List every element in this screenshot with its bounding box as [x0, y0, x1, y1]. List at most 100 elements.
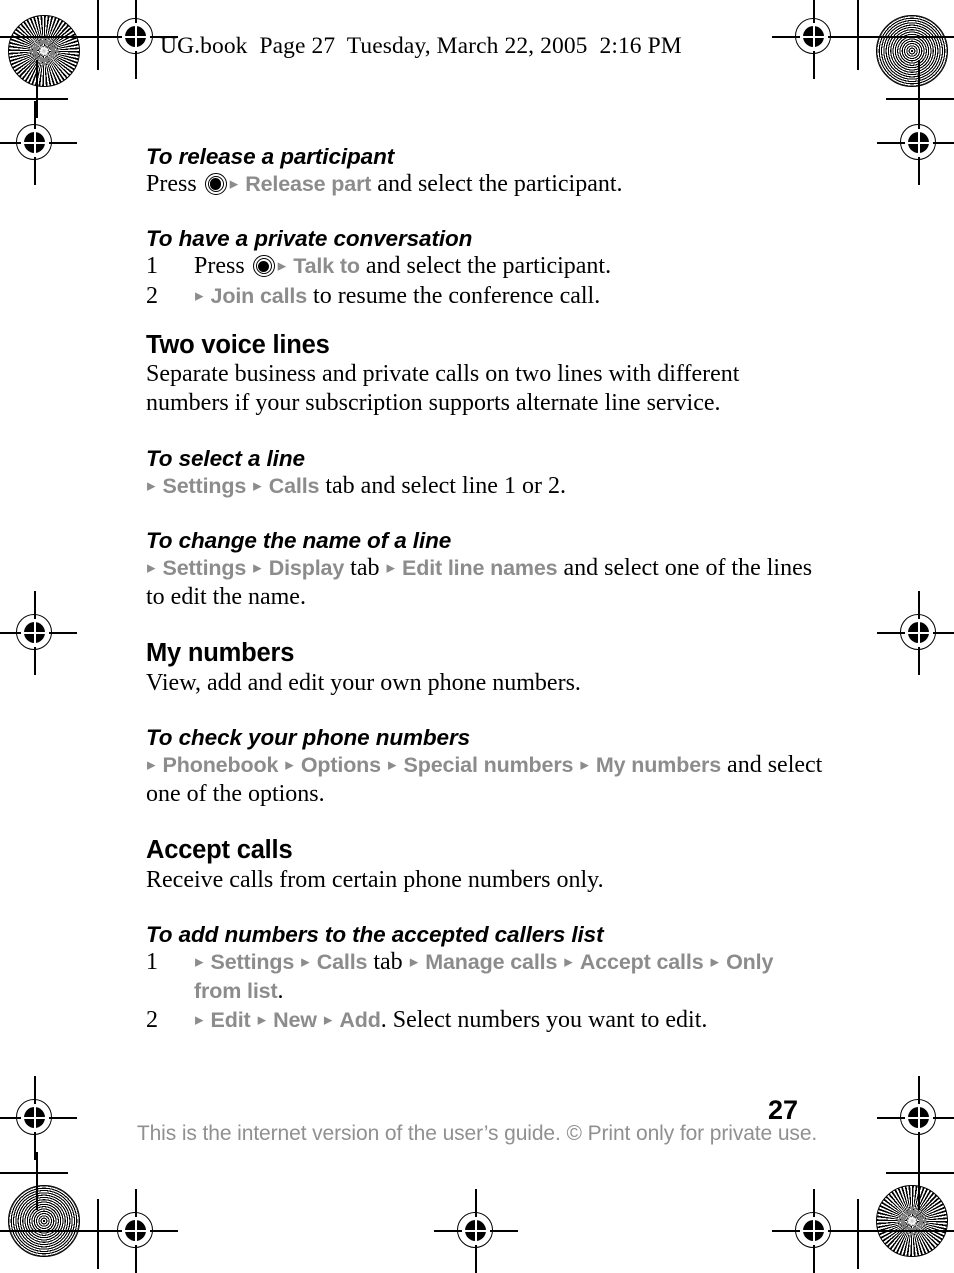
arrow-icon: ▸	[301, 952, 310, 972]
text-release-suffix: and select the participant.	[371, 171, 623, 198]
trim-line-vert-top-right	[857, 0, 859, 70]
registration-rings-disc-top-right	[876, 15, 948, 87]
trim-line-top-left	[0, 36, 112, 38]
text-step2-suffix: . Select numbers you want to edit.	[380, 1007, 708, 1034]
list-item: 1 Press ▸ Talk to and select the partici…	[146, 252, 826, 281]
arrow-icon: ▸	[195, 285, 204, 305]
document-header-stamp: UG.book Page 27 Tuesday, March 22, 2005 …	[160, 33, 682, 59]
reg-notch-h	[905, 142, 933, 144]
arrow-icon: ▸	[710, 952, 720, 972]
menu-item-my-numbers[interactable]: My numbers	[596, 753, 721, 777]
joystick-icon	[252, 255, 275, 278]
steps-private-conversation: 1 Press ▸ Talk to and select the partici…	[146, 252, 826, 310]
arrow-icon: ▸	[285, 755, 294, 775]
text-step1-suffix: .	[277, 978, 284, 1005]
step-content: Press ▸ Talk to and select the participa…	[194, 252, 826, 281]
step-content: ▸ Join calls to resume the conference ca…	[194, 282, 826, 311]
menu-item-manage-calls[interactable]: Manage calls	[425, 950, 557, 974]
arrow-icon: ▸	[147, 755, 156, 775]
step-number: 1	[146, 949, 158, 976]
step-number: 2	[146, 1007, 158, 1034]
menu-item-settings[interactable]: Settings	[211, 950, 295, 974]
steps-add-accepted-callers: 1 ▸ Settings ▸ Calls tab ▸ Manage calls …	[146, 948, 826, 1035]
trim-line-bottom-left	[0, 1230, 112, 1232]
list-item: 2 ▸ Join calls to resume the conference …	[146, 282, 826, 311]
menu-item-accept-calls[interactable]: Accept calls	[580, 950, 704, 974]
menu-item-new[interactable]: New	[273, 1008, 317, 1032]
paragraph-accept-calls: Receive calls from certain phone numbers…	[146, 866, 604, 893]
registration-target-bottom-right	[772, 1189, 856, 1273]
registration-target-bottom-center	[434, 1189, 518, 1273]
menu-item-special-numbers[interactable]: Special numbers	[404, 753, 574, 777]
registration-sunburst-disc-top-left	[8, 15, 80, 87]
menu-item-phonebook[interactable]: Phonebook	[163, 753, 279, 777]
reg-notch-h	[21, 632, 49, 634]
text-select-line-suffix: tab and select line 1 or 2.	[319, 472, 566, 499]
menu-item-settings[interactable]: Settings	[163, 556, 247, 580]
text-join-calls-suffix: to resume the conference call.	[307, 282, 601, 309]
trim-line-vert-bottom-left	[97, 1199, 99, 1269]
trim-line-left-lower	[0, 1172, 68, 1174]
reg-notch-h	[800, 1230, 828, 1232]
menu-item-talk-to[interactable]: Talk to	[293, 254, 360, 278]
arrow-icon: ▸	[147, 475, 156, 495]
menu-item-calls[interactable]: Calls	[269, 474, 320, 498]
reg-notch-h	[905, 1117, 933, 1119]
paragraph-change-line-name: ▸ Settings ▸ Display tab ▸ Edit line nam…	[146, 554, 826, 612]
trim-line-left-upper	[0, 98, 68, 100]
menu-item-options[interactable]: Options	[301, 753, 381, 777]
list-item: 1 ▸ Settings ▸ Calls tab ▸ Manage calls …	[146, 948, 826, 1006]
trim-line-top-right	[842, 36, 954, 38]
menu-item-settings[interactable]: Settings	[163, 474, 247, 498]
registration-target-mid-left	[0, 591, 77, 675]
menu-item-add[interactable]: Add	[339, 1008, 380, 1032]
heading-my-numbers: My numbers	[146, 639, 295, 668]
text-tab-label: tab	[344, 554, 386, 581]
arrow-icon: ▸	[323, 1010, 333, 1030]
registration-target-top-left	[94, 0, 178, 79]
registration-target-top-right	[772, 0, 856, 79]
text-press-prefix: Press	[146, 171, 203, 198]
paragraph-check-phone-numbers: ▸ Phonebook ▸ Options ▸ Special numbers …	[146, 751, 826, 809]
arrow-icon: ▸	[409, 952, 419, 972]
reg-notch-h	[462, 1230, 490, 1232]
heading-to-release-a-participant: To release a participant	[146, 144, 395, 169]
trim-line-vert-right-upper	[918, 60, 920, 118]
paragraph-two-voice-lines: Separate business and private calls on t…	[146, 361, 740, 417]
arrow-icon: ▸	[253, 557, 262, 577]
arrow-icon: ▸	[257, 1010, 267, 1030]
paragraph-my-numbers: View, add and edit your own phone number…	[146, 669, 581, 696]
registration-target-bottom-left	[94, 1189, 178, 1273]
menu-item-release-part[interactable]: Release part	[245, 172, 371, 196]
menu-item-calls[interactable]: Calls	[317, 950, 368, 974]
footer-copyright-note: This is the internet version of the user…	[136, 1122, 818, 1145]
heading-accept-calls: Accept calls	[146, 836, 293, 865]
trim-line-vert-bottom-right	[857, 1199, 859, 1269]
step-content: ▸ Edit ▸ New ▸ Add. Select numbers you w…	[194, 1006, 826, 1035]
reg-notch-h	[905, 632, 933, 634]
heading-to-check-your-phone-numbers: To check your phone numbers	[146, 724, 471, 750]
heading-two-voice-lines: Two voice lines	[146, 330, 330, 359]
menu-item-edit-line-names[interactable]: Edit line names	[402, 556, 558, 580]
arrow-icon: ▸	[195, 952, 204, 972]
menu-item-display[interactable]: Display	[269, 556, 345, 580]
list-item: 2 ▸ Edit ▸ New ▸ Add. Select numbers you…	[146, 1006, 826, 1035]
registration-sunburst-disc-bottom-right	[876, 1185, 948, 1257]
menu-item-edit[interactable]: Edit	[211, 1008, 251, 1032]
arrow-icon: ▸	[277, 256, 287, 276]
arrow-icon: ▸	[580, 755, 589, 775]
joystick-icon	[204, 173, 227, 196]
step-content: ▸ Settings ▸ Calls tab ▸ Manage calls ▸ …	[194, 948, 826, 1006]
arrow-icon: ▸	[387, 755, 397, 775]
paragraph-release-participant: Press ▸ Release part and select the part…	[146, 170, 826, 199]
text-talk-to-suffix: and select the participant.	[359, 253, 612, 280]
reg-notch-h	[122, 1230, 150, 1232]
menu-item-join-calls[interactable]: Join calls	[211, 284, 308, 308]
page-content: To release a participant Press ▸ Release…	[146, 144, 826, 1036]
trim-line-vert-right-lower	[918, 1152, 920, 1210]
